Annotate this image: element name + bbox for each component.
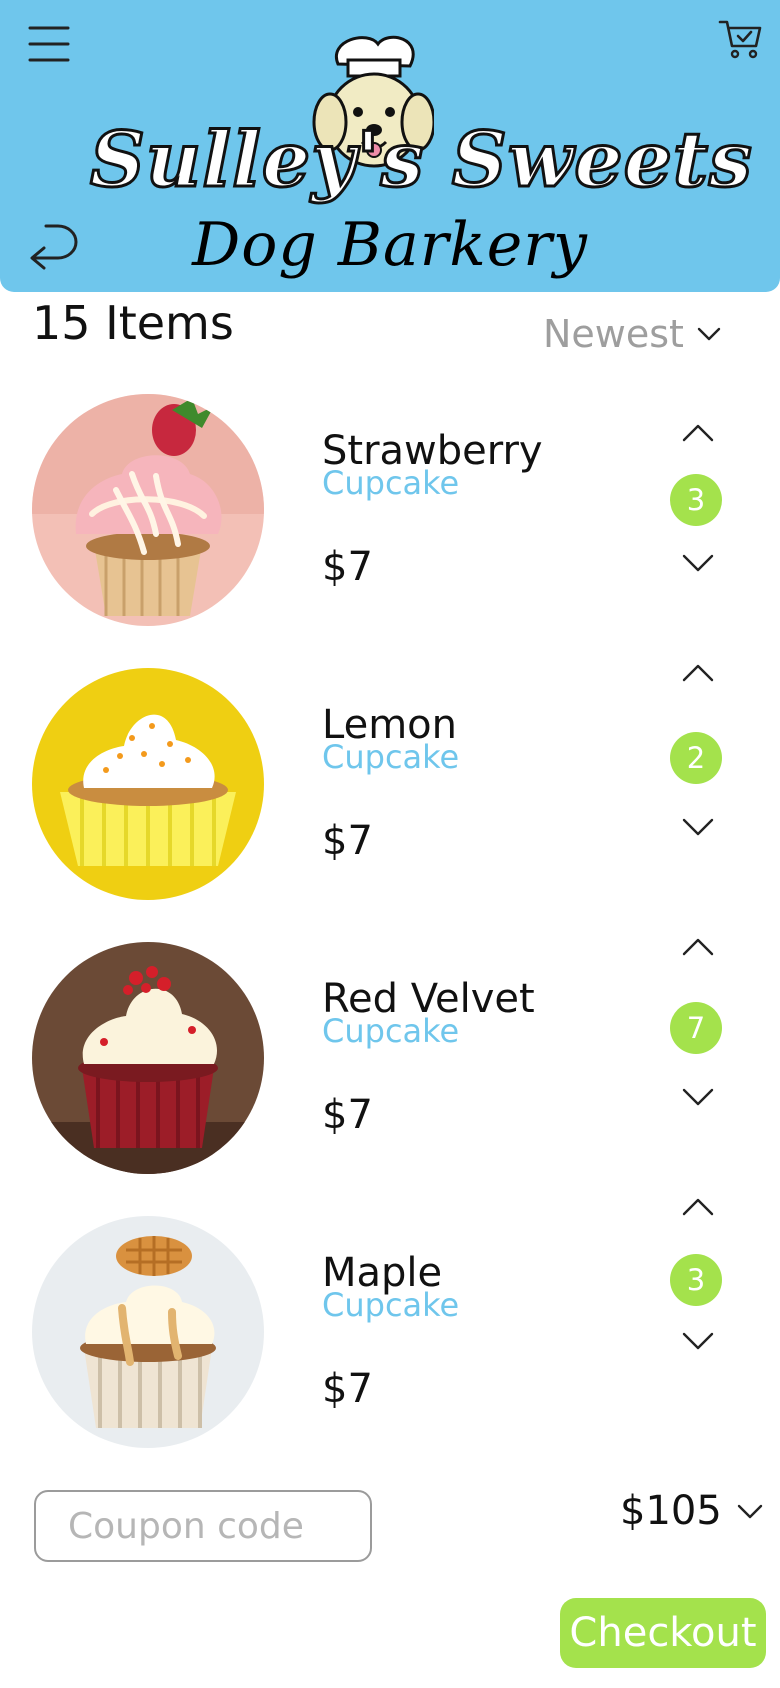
shopping-cart-icon[interactable] [718,16,764,62]
cart-item-red-velvet: Red Velvet Cupcake $7 7 [0,938,780,1182]
chevron-down-icon[interactable] [680,1084,716,1112]
order-total: $105 [620,1488,722,1534]
item-type: Cupcake [322,738,460,776]
checkout-button[interactable]: Checkout [560,1598,766,1668]
cupcake-image-maple [32,1216,264,1448]
order-total-dropdown[interactable]: $105 [620,1488,764,1534]
back-arrow-icon[interactable] [20,218,80,270]
item-type: Cupcake [322,1012,460,1050]
cupcake-image-lemon [32,668,264,900]
chevron-up-icon[interactable] [680,658,716,686]
cart-item-maple: Maple Cupcake $7 3 [0,1198,780,1456]
chevron-down-icon [697,327,721,341]
cupcake-image-red-velvet [32,942,264,1174]
header-banner: Sulley's Sweets Dog Barkery [0,0,780,292]
chevron-up-icon[interactable] [680,932,716,960]
item-price: $7 [322,818,373,864]
quantity-badge: 7 [670,1002,722,1054]
items-count: 15 Items [32,296,234,350]
sort-dropdown[interactable]: Newest [543,312,722,356]
brand-title: Sulley's Sweets [89,114,754,206]
item-type: Cupcake [322,1286,460,1324]
cupcake-image-strawberry [32,394,264,626]
chevron-down-icon[interactable] [680,814,716,842]
brand-logo: Sulley's Sweets Dog Barkery [89,22,754,292]
chevron-down-icon[interactable] [680,550,716,578]
item-price: $7 [322,544,373,590]
coupon-code-input[interactable] [34,1490,372,1562]
quantity-badge: 3 [670,1254,722,1306]
item-price: $7 [322,1366,373,1412]
item-type: Cupcake [322,464,460,502]
chevron-up-icon[interactable] [680,1192,716,1220]
item-price: $7 [322,1092,373,1138]
quantity-badge: 2 [670,732,722,784]
quantity-badge: 3 [670,474,722,526]
chevron-down-icon [737,1504,762,1519]
chevron-up-icon[interactable] [680,418,716,446]
chevron-down-icon[interactable] [680,1328,716,1356]
sort-label: Newest [543,312,684,356]
cart-page: Sulley's Sweets Dog Barkery 15 Items New… [0,0,780,1688]
hamburger-menu-icon[interactable] [28,22,72,66]
cart-item-lemon: Lemon Cupcake $7 2 [0,664,780,908]
brand-subtitle: Dog Barkery [192,210,588,280]
cart-item-strawberry: Strawberry Cupcake $7 3 [0,394,780,634]
